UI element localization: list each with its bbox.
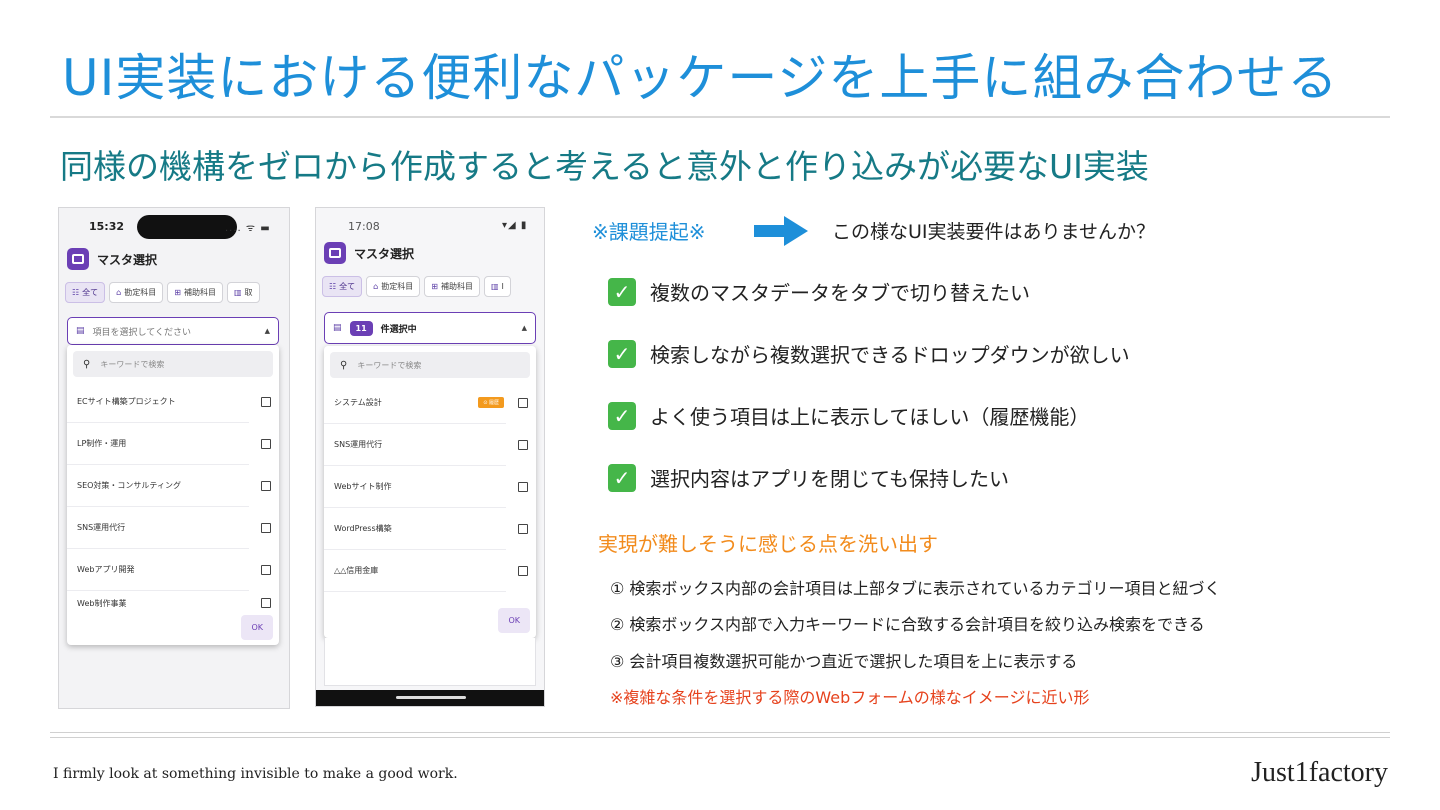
grid-icon: ☷ [72,288,80,297]
list-item[interactable]: △△信用金庫 [324,550,528,592]
app-icon [324,242,346,264]
status-time: 17:08 [348,220,380,233]
caret-up-icon: ▲ [521,324,527,332]
list-item[interactable]: Web制作事業 [67,591,271,615]
check-icon: ✓ [608,339,636,368]
tab-all[interactable]: ☷ 全て [65,282,106,303]
bank-icon: ⌂ [116,288,122,297]
slide-subtitle: 同様の機構をゼロから作成すると考えると意外と作り込みが必要なUI実装 [60,147,1149,186]
tab-sub-account[interactable]: ⊞ 補助科目 [167,282,223,303]
bank-icon: ⌂ [373,282,379,291]
note-text: ※複雑な条件を選択する際のWebフォームの様なイメージに近い形 [610,688,1090,707]
building-icon: ▥ [233,288,242,297]
tab-all[interactable]: ☷ 全て [322,276,363,297]
dynamic-island [137,215,237,239]
search-input[interactable]: ⚲ キーワードで検索 [73,351,273,377]
tab-account[interactable]: ⌂ 勘定科目 [109,282,164,303]
checkbox[interactable] [518,523,528,534]
list-item[interactable]: SNS運用代行 [67,507,271,549]
checkbox[interactable] [261,438,271,449]
ok-button[interactable]: OK [241,615,273,640]
grid-icon: ☷ [329,282,337,291]
requirement-item: ✓ よく使う項目は上に表示してほしい（履歴機能） [608,401,1089,430]
point-item: ② 検索ボックス内部で入力キーワードに合致する会計項目を絞り込み検索をできる [610,615,1205,634]
app-title: マスタ選択 [97,252,158,267]
checkbox[interactable] [518,565,528,576]
checkbox[interactable] [261,396,271,407]
home-indicator [396,696,466,699]
hierarchy-icon: ⊞ [431,282,438,291]
search-input[interactable]: ⚲ キーワードで検索 [330,352,530,378]
checkbox[interactable] [518,481,528,492]
checkbox[interactable] [261,564,271,575]
caret-up-icon: ▲ [264,327,270,335]
check-icon: ✓ [608,401,636,430]
checkbox[interactable] [518,397,528,408]
requirement-item: ✓ 複数のマスタデータをタブで切り替えたい [608,277,1030,306]
building-icon: ▥ [490,282,499,291]
checkbox[interactable] [261,522,271,533]
difficulty-heading: 実現が難しそうに感じる点を洗い出す [598,532,938,556]
right-arrow-icon [754,216,808,246]
checkbox[interactable] [261,480,271,491]
point-item: ③ 会計項目複数選択可能かつ直近で選択した項目を上に表示する [610,652,1078,671]
ok-button[interactable]: OK [498,608,530,633]
search-icon: ⚲ [340,359,348,371]
list-item[interactable]: SEO対策・コンサルティング [67,465,271,507]
list-item[interactable]: システム設計 ⊙ 履歴 [324,382,528,424]
category-tabs: ☷ 全て ⌂ 勘定科目 ⊞ 補助科目 ▥ I [322,276,511,297]
hierarchy-icon: ⊞ [174,288,181,297]
tab-sub-account[interactable]: ⊞ 補助科目 [424,276,480,297]
issue-label: ※課題提起※ [592,220,706,244]
list-item[interactable]: LP制作・運用 [67,423,271,465]
list-background [324,638,536,686]
requirement-item: ✓ 検索しながら複数選択できるドロップダウンが欲しい [608,339,1130,368]
point-item: ① 検索ボックス内部の会計項目は上部タブに表示されているカテゴリー項目と紐づく [610,579,1221,598]
dropdown-panel: ⚲ キーワードで検索 ECサイト構築プロジェクト LP制作・運用 SEO対策・コ… [67,345,279,645]
title-divider [50,116,1390,118]
checkbox[interactable] [261,598,271,608]
tab-partner[interactable]: ▥ I [483,276,511,297]
phone-screenshot-android: 17:08 ▾◢ ▮ マスタ選択 ☷ 全て ⌂ 勘定科目 ⊞ 補助科目 ▥ I ▤ 11… [315,207,545,707]
status-icons: .... ᯤ ▬ [225,223,271,234]
app-bar: マスタ選択 [324,242,414,264]
list-item[interactable]: SNS運用代行 [324,424,528,466]
phone-screenshot-ios: 15:32 .... ᯤ ▬ マスタ選択 ☷ 全て ⌂ 勘定科目 ⊞ 補助科目 ▥ 取 … [58,207,290,709]
footer-divider [50,737,1390,738]
app-bar: マスタ選択 [67,248,157,270]
dropdown-panel: ⚲ キーワードで検索 システム設計 ⊙ 履歴 SNS運用代行 Webサイト制作 W… [324,346,536,638]
list-item[interactable]: WordPress構築 [324,508,528,550]
selected-label: 件選択中 [380,324,417,335]
list-item[interactable]: Webアプリ開発 [67,549,271,591]
footer-divider [50,732,1390,733]
list-icon: ▤ [76,326,85,336]
app-icon [67,248,89,270]
check-icon: ✓ [608,277,636,306]
select-placeholder: 項目を選択してください [92,327,191,338]
history-badge: ⊙ 履歴 [478,397,504,408]
status-time: 15:32 [89,220,125,233]
android-nav-bar [316,690,544,706]
list-item[interactable]: Webサイト制作 [324,466,528,508]
brand-logo-text: Just1factory [1251,757,1388,788]
footer-motto: I firmly look at something invisible to … [53,766,458,782]
check-icon: ✓ [608,463,636,492]
selected-count-badge: 11 [349,320,373,336]
list-icon: ▤ [333,323,342,333]
multi-select-field[interactable]: ▤ 項目を選択してください ▲ [67,317,279,345]
checkbox[interactable] [518,439,528,450]
status-icons: ▾◢ ▮ [502,220,528,231]
tab-partner[interactable]: ▥ 取 [226,282,260,303]
slide-title: UI実装における便利なパッケージを上手に組み合わせる [62,49,1339,107]
list-item[interactable]: ECサイト構築プロジェクト [67,381,271,423]
multi-select-field[interactable]: ▤ 11 件選択中 ▲ [324,312,536,344]
category-tabs: ☷ 全て ⌂ 勘定科目 ⊞ 補助科目 ▥ 取 [65,282,260,303]
app-title: マスタ選択 [354,246,415,261]
tab-account[interactable]: ⌂ 勘定科目 [366,276,421,297]
requirement-item: ✓ 選択内容はアプリを閉じても保持したい [608,463,1009,492]
search-icon: ⚲ [83,358,91,370]
question-text: この様なUI実装要件はありませんか？ [832,221,1155,243]
